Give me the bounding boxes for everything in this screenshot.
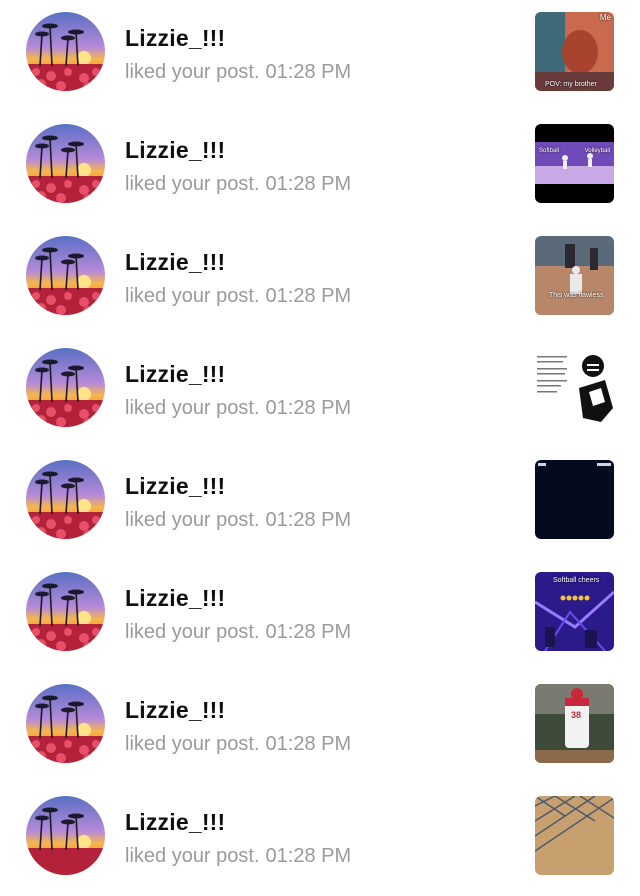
action-text: liked your post.	[125, 509, 260, 531]
user-avatar[interactable]	[26, 236, 105, 315]
notification-text: liked your post. 01:28 PM	[125, 285, 351, 308]
username[interactable]: Lizzie_!!!	[125, 361, 225, 388]
post-thumbnail[interactable]: 38	[535, 684, 614, 763]
user-avatar[interactable]	[26, 460, 105, 539]
notification-item[interactable]: Lizzie_!!! liked your post. 01:28 PM This…	[0, 224, 640, 336]
notification-text: liked your post. 01:28 PM	[125, 621, 351, 644]
username[interactable]: Lizzie_!!!	[125, 585, 225, 612]
username[interactable]: Lizzie_!!!	[125, 25, 225, 52]
username[interactable]: Lizzie_!!!	[125, 473, 225, 500]
timestamp: 01:28 PM	[265, 61, 352, 83]
notification-item[interactable]: Lizzie_!!! liked your post. 01:28 PM	[0, 336, 640, 448]
user-avatar[interactable]	[26, 572, 105, 651]
post-thumbnail[interactable]: Softball Volleyball	[535, 124, 614, 203]
thumbnail-badge: Me	[599, 13, 611, 22]
thumbnail-caption: 38	[571, 710, 582, 720]
notification-item[interactable]: Lizzie_!!! liked your post. 01:28 PM	[0, 784, 640, 896]
thumbnail-caption: POV: my brother	[545, 81, 597, 88]
post-thumbnail[interactable]: Me POV: my brother	[535, 12, 614, 91]
action-text: liked your post.	[125, 173, 260, 195]
timestamp: 01:28 PM	[265, 285, 352, 307]
post-thumbnail[interactable]	[535, 460, 614, 539]
notification-text: liked your post. 01:28 PM	[125, 173, 351, 196]
action-text: liked your post.	[125, 845, 260, 867]
action-text: liked your post.	[125, 733, 260, 755]
post-thumbnail[interactable]: Softball cheers	[535, 572, 614, 651]
notification-item[interactable]: Lizzie_!!! liked your post. 01:28 PM 38	[0, 672, 640, 784]
thumbnail-caption: This was flawless	[549, 292, 604, 299]
username[interactable]: Lizzie_!!!	[125, 137, 225, 164]
post-thumbnail[interactable]	[535, 796, 614, 875]
timestamp: 01:28 PM	[265, 845, 352, 867]
notification-item[interactable]: Lizzie_!!! liked your post. 01:28 PM Soft…	[0, 560, 640, 672]
timestamp: 01:28 PM	[265, 397, 352, 419]
user-avatar[interactable]	[26, 684, 105, 763]
action-text: liked your post.	[125, 61, 260, 83]
notification-text: liked your post. 01:28 PM	[125, 733, 351, 756]
notification-text: liked your post. 01:28 PM	[125, 845, 351, 868]
notification-item[interactable]: Lizzie_!!! liked your post. 01:28 PM	[0, 448, 640, 560]
timestamp: 01:28 PM	[265, 509, 352, 531]
action-text: liked your post.	[125, 621, 260, 643]
user-avatar[interactable]	[26, 124, 105, 203]
thumbnail-caption: Softball cheers	[553, 577, 600, 584]
post-thumbnail[interactable]: This was flawless	[535, 236, 614, 315]
timestamp: 01:28 PM	[265, 621, 352, 643]
notification-text: liked your post. 01:28 PM	[125, 61, 351, 84]
username[interactable]: Lizzie_!!!	[125, 697, 225, 724]
timestamp: 01:28 PM	[265, 173, 352, 195]
timestamp: 01:28 PM	[265, 733, 352, 755]
user-avatar[interactable]	[26, 796, 105, 875]
notification-item[interactable]: Lizzie_!!! liked your post. 01:28 PM Soft…	[0, 112, 640, 224]
notification-text: liked your post. 01:28 PM	[125, 397, 351, 420]
notification-text: liked your post. 01:28 PM	[125, 509, 351, 532]
action-text: liked your post.	[125, 397, 260, 419]
thumbnail-label-left: Softball	[539, 148, 560, 154]
notification-item[interactable]: Lizzie_!!! liked your post. 01:28 PM Me P…	[0, 0, 640, 112]
action-text: liked your post.	[125, 285, 260, 307]
notification-list: Lizzie_!!! liked your post. 01:28 PM Me P…	[0, 0, 640, 875]
thumbnail-label-right: Volleyball	[584, 148, 610, 154]
username[interactable]: Lizzie_!!!	[125, 809, 225, 836]
user-avatar[interactable]	[26, 12, 105, 91]
post-thumbnail[interactable]	[535, 348, 614, 427]
username[interactable]: Lizzie_!!!	[125, 249, 225, 276]
user-avatar[interactable]	[26, 348, 105, 427]
